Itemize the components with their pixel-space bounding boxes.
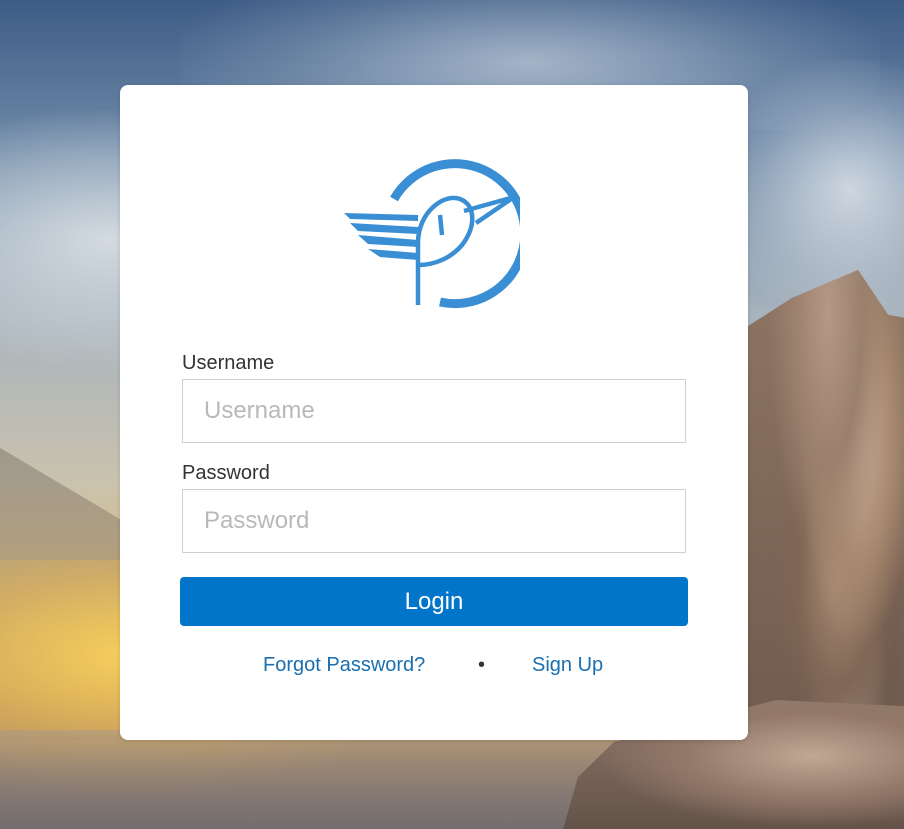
password-label: Password [182,462,270,484]
password-input[interactable] [182,489,686,553]
forgot-password-link[interactable]: Forgot Password? [263,652,425,678]
username-label: Username [182,352,275,374]
bird-logo-icon [344,159,520,309]
login-button[interactable]: Login [180,577,688,626]
username-input[interactable] [182,379,686,443]
link-separator: • [478,654,486,676]
login-card: Username Password Login Forgot Password?… [120,85,748,740]
sign-up-link[interactable]: Sign Up [532,652,603,678]
